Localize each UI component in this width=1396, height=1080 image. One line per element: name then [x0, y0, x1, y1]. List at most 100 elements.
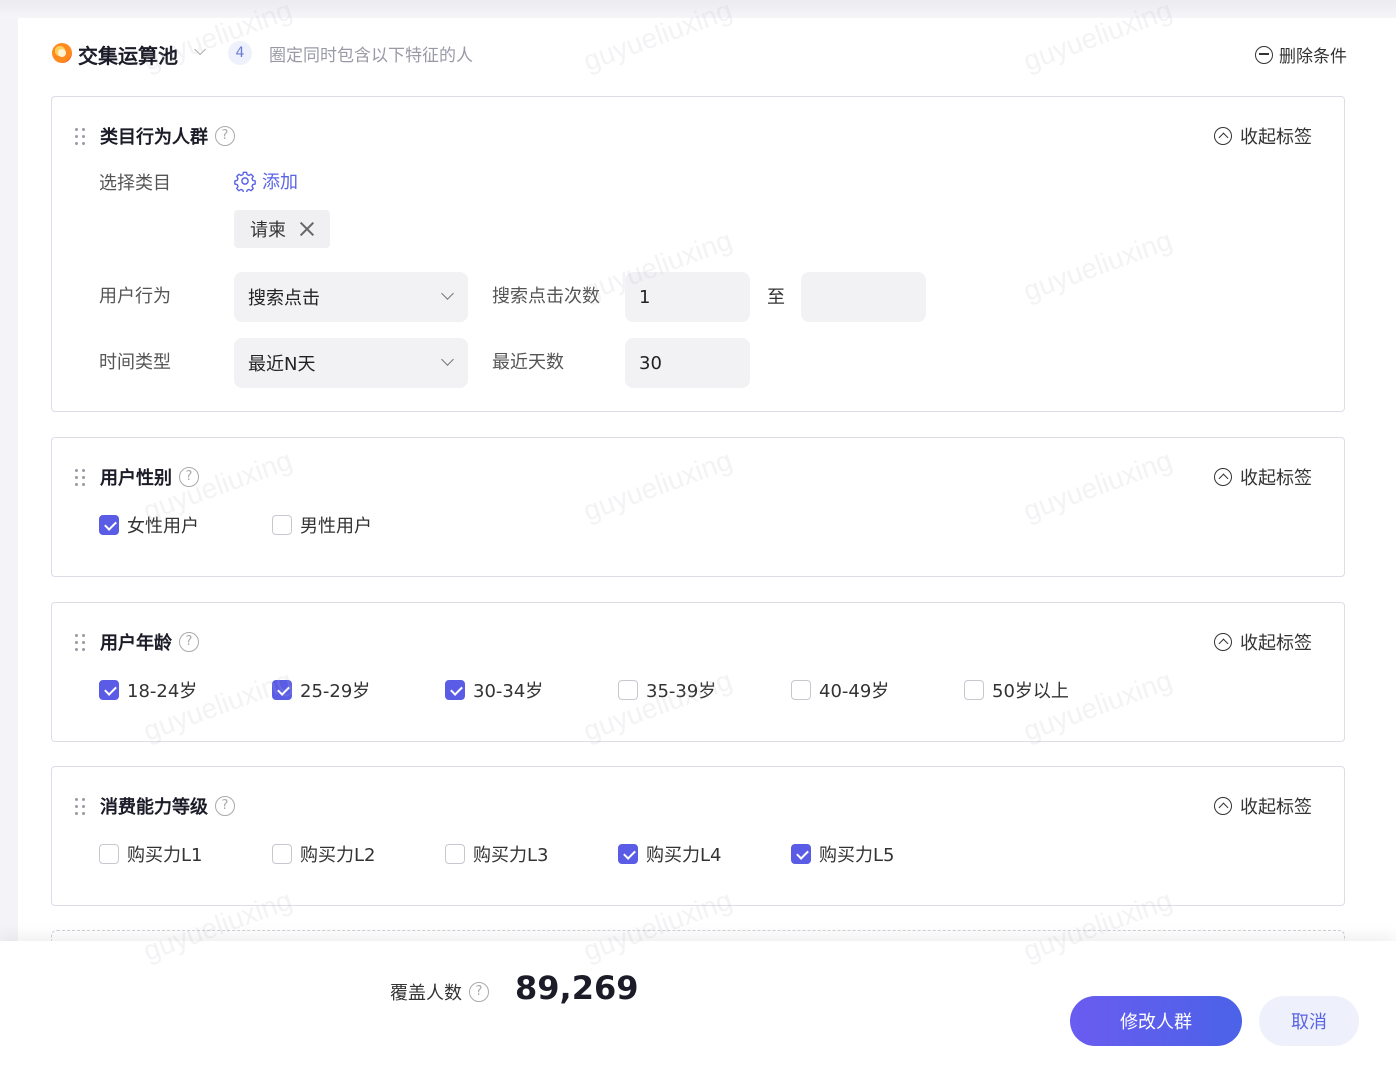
- checkbox-checked-icon[interactable]: [445, 680, 465, 700]
- checkbox-checked-icon[interactable]: [791, 844, 811, 864]
- checkbox-label: 女性用户: [127, 512, 199, 538]
- chevron-down-icon: [441, 353, 454, 366]
- time-type-label: 时间类型: [99, 348, 171, 374]
- checkbox-checked-icon[interactable]: [618, 844, 638, 864]
- checkbox-checked-icon[interactable]: [99, 680, 119, 700]
- pool-logo-icon: [52, 43, 72, 63]
- recent-days-input[interactable]: 30: [625, 338, 750, 388]
- checkbox-label: 男性用户: [300, 512, 372, 538]
- click-count-max-input[interactable]: [801, 272, 926, 322]
- recent-days-label: 最近天数: [492, 348, 564, 374]
- pool-title[interactable]: 交集运算池: [78, 40, 178, 69]
- card-header: 用户性别 ?: [74, 464, 199, 490]
- collapse-button[interactable]: 收起标签: [1214, 464, 1312, 490]
- help-icon[interactable]: ?: [179, 467, 199, 487]
- checkbox-label: 35-39岁: [646, 677, 716, 703]
- checkbox-empty-icon[interactable]: [618, 680, 638, 700]
- user-age-card: 用户年龄 ? 收起标签 18-24岁 25-29岁 30-34岁 35-39岁 40-4…: [51, 602, 1345, 742]
- collapse-label: 收起标签: [1240, 464, 1312, 490]
- click-count-min-input[interactable]: 1: [625, 272, 750, 322]
- chevron-up-circle-icon: [1214, 633, 1232, 651]
- footer-bar: 覆盖人数 ? 89,269 修改人群 取消: [0, 941, 1396, 1080]
- card-title: 用户年龄: [100, 629, 172, 655]
- user-behavior-select[interactable]: 搜索点击: [234, 272, 468, 322]
- checkbox-option[interactable]: 25-29岁: [272, 677, 445, 703]
- checkbox-option[interactable]: 35-39岁: [618, 677, 791, 703]
- drag-handle-icon[interactable]: [74, 468, 86, 486]
- help-icon[interactable]: ?: [179, 632, 199, 652]
- checkbox-label: 40-49岁: [819, 677, 889, 703]
- help-icon[interactable]: ?: [215, 796, 235, 816]
- checkbox-option[interactable]: 40-49岁: [791, 677, 964, 703]
- cancel-button[interactable]: 取消: [1259, 996, 1359, 1046]
- close-icon[interactable]: [300, 222, 314, 236]
- collapse-button[interactable]: 收起标签: [1214, 123, 1312, 149]
- coverage-value: 89,269: [515, 969, 638, 1007]
- click-count-min-value: 1: [639, 287, 650, 308]
- recent-days-value: 30: [639, 353, 662, 374]
- select-category-label: 选择类目: [99, 169, 171, 195]
- checkbox-label: 18-24岁: [127, 677, 197, 703]
- checkbox-option[interactable]: 购买力L5: [791, 841, 964, 867]
- drag-handle-icon[interactable]: [74, 633, 86, 651]
- time-type-select[interactable]: 最近N天: [234, 338, 468, 388]
- checkbox-label: 25-29岁: [300, 677, 370, 703]
- checkbox-option[interactable]: 男性用户: [272, 512, 445, 538]
- checkbox-option[interactable]: 18-24岁: [99, 677, 272, 703]
- drag-handle-icon[interactable]: [74, 127, 86, 145]
- category-behavior-card: 类目行为人群 ? 收起标签 选择类目 添加 请柬 用户行为 搜索点击 搜索点击次…: [51, 96, 1345, 412]
- checkbox-empty-icon[interactable]: [272, 844, 292, 864]
- top-shadow: [0, 0, 1396, 18]
- checkbox-label: 50岁以上: [992, 677, 1069, 703]
- collapse-button[interactable]: 收起标签: [1214, 629, 1312, 655]
- checkbox-option[interactable]: 30-34岁: [445, 677, 618, 703]
- gender-options: 女性用户 男性用户: [99, 512, 445, 538]
- checkbox-empty-icon[interactable]: [791, 680, 811, 700]
- collapse-label: 收起标签: [1240, 793, 1312, 819]
- user-behavior-label: 用户行为: [99, 282, 171, 308]
- card-header: 消费能力等级 ?: [74, 793, 235, 819]
- pool-description: 圈定同时包含以下特征的人: [269, 41, 473, 66]
- checkbox-empty-icon[interactable]: [445, 844, 465, 864]
- range-separator: 至: [767, 283, 785, 309]
- checkbox-option[interactable]: 购买力L3: [445, 841, 618, 867]
- checkbox-empty-icon[interactable]: [964, 680, 984, 700]
- user-behavior-value: 搜索点击: [248, 284, 320, 310]
- drag-handle-icon[interactable]: [74, 797, 86, 815]
- checkbox-label: 购买力L5: [819, 841, 894, 867]
- chevron-down-icon[interactable]: ⌵: [194, 40, 206, 60]
- checkbox-label: 30-34岁: [473, 677, 543, 703]
- chevron-up-circle-icon: [1214, 468, 1232, 486]
- gear-icon: [234, 170, 256, 192]
- card-title: 类目行为人群: [100, 123, 208, 149]
- add-category-button[interactable]: 添加: [234, 168, 298, 194]
- card-header: 类目行为人群 ?: [74, 123, 235, 149]
- modify-audience-button[interactable]: 修改人群: [1070, 996, 1242, 1046]
- age-options: 18-24岁 25-29岁 30-34岁 35-39岁 40-49岁 50岁以上: [99, 677, 1137, 703]
- card-title: 消费能力等级: [100, 793, 208, 819]
- click-count-label: 搜索点击次数: [492, 282, 600, 308]
- delete-condition-button[interactable]: 删除条件: [1255, 42, 1347, 67]
- coverage-label-text: 覆盖人数: [390, 979, 462, 1005]
- checkbox-checked-icon[interactable]: [99, 515, 119, 535]
- help-icon[interactable]: ?: [469, 982, 489, 1002]
- add-label: 添加: [262, 168, 298, 194]
- checkbox-option[interactable]: 购买力L2: [272, 841, 445, 867]
- checkbox-empty-icon[interactable]: [99, 844, 119, 864]
- collapse-label: 收起标签: [1240, 629, 1312, 655]
- chevron-up-circle-icon: [1214, 797, 1232, 815]
- checkbox-empty-icon[interactable]: [272, 515, 292, 535]
- checkbox-option[interactable]: 购买力L4: [618, 841, 791, 867]
- pool-header: 交集运算池 ⌵ 4 圈定同时包含以下特征的人 删除条件: [52, 38, 1347, 68]
- card-title: 用户性别: [100, 464, 172, 490]
- collapse-button[interactable]: 收起标签: [1214, 793, 1312, 819]
- checkbox-checked-icon[interactable]: [272, 680, 292, 700]
- checkbox-option[interactable]: 50岁以上: [964, 677, 1137, 703]
- user-gender-card: 用户性别 ? 收起标签 女性用户 男性用户: [51, 437, 1345, 577]
- spending-level-card: 消费能力等级 ? 收起标签 购买力L1购买力L2 购买力L3 购买力L4 购买力L5: [51, 766, 1345, 906]
- help-icon[interactable]: ?: [215, 126, 235, 146]
- checkbox-label: 购买力L3: [473, 841, 548, 867]
- chevron-up-circle-icon: [1214, 127, 1232, 145]
- checkbox-option[interactable]: 女性用户: [99, 512, 272, 538]
- checkbox-option[interactable]: 购买力L1: [99, 841, 272, 867]
